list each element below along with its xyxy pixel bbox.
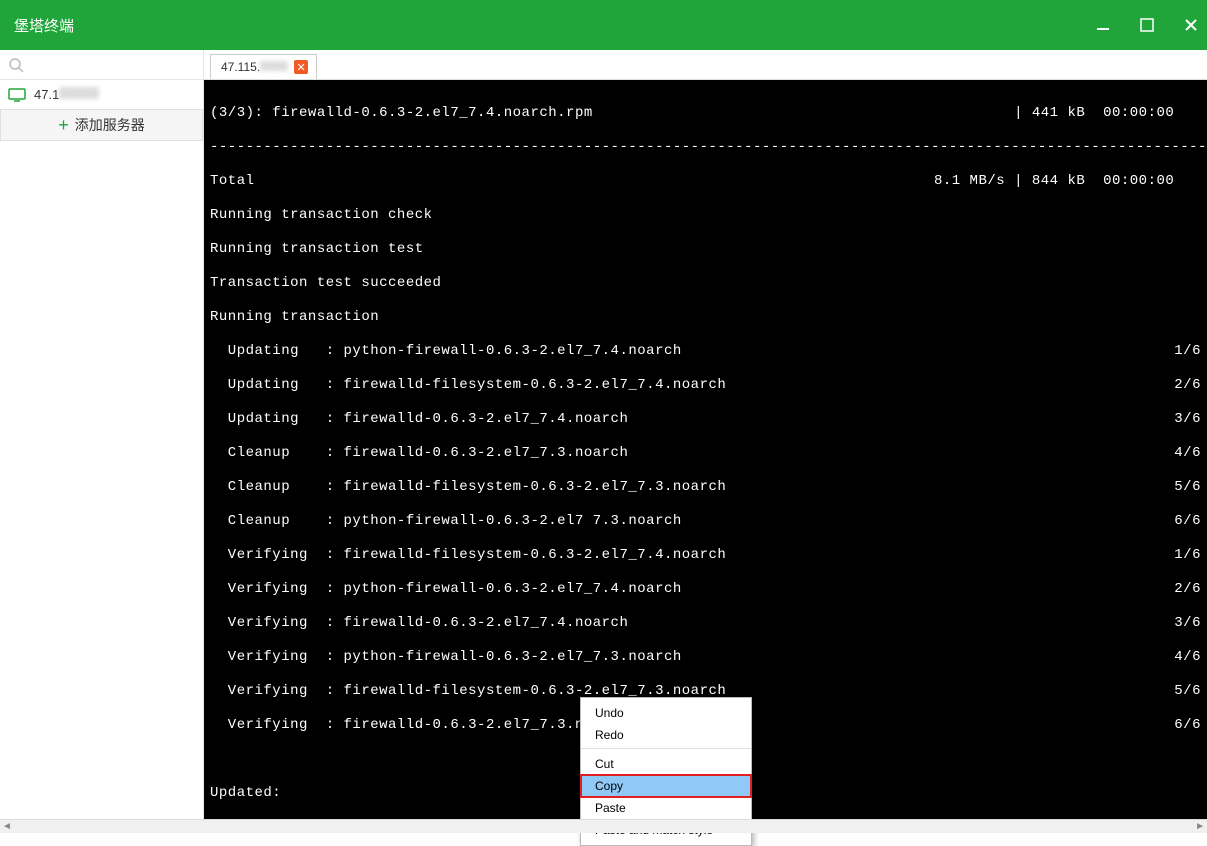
server-item[interactable]: 47.1 [0,80,203,110]
minimize-button[interactable] [1095,17,1111,33]
context-menu-item-copy[interactable]: Copy [581,775,751,797]
add-server-button[interactable]: + 添加服务器 [0,109,203,141]
tab-session[interactable]: 47.115. ✕ [210,54,317,79]
context-menu-item-paste[interactable]: Paste [581,797,751,819]
scroll-left-icon[interactable]: ◄ [2,821,12,832]
search-input[interactable] [0,50,203,80]
tab-bar: 47.115. ✕ [204,50,1207,80]
window-controls [1095,0,1199,50]
window-title: 堡塔终端 [14,15,74,36]
scroll-right-icon[interactable]: ► [1195,821,1205,832]
monitor-icon [8,88,26,102]
close-button[interactable] [1183,17,1199,33]
server-ip-label: 47.1 [34,87,99,102]
sidebar: 47.1 + 添加服务器 [0,50,204,833]
titlebar: 堡塔终端 [0,0,1207,50]
context-menu-item-cut[interactable]: Cut [581,753,751,775]
tab-close-icon[interactable]: ✕ [294,60,308,74]
maximize-button[interactable] [1139,17,1155,33]
add-server-label: 添加服务器 [75,115,145,135]
plus-icon: + [58,116,69,134]
search-icon [8,57,24,73]
context-menu-item-redo[interactable]: Redo [581,724,751,749]
horizontal-scrollbar[interactable]: ◄ ► [0,819,1207,833]
tab-label: 47.115. [221,60,288,74]
context-menu-item-undo[interactable]: Undo [581,702,751,724]
